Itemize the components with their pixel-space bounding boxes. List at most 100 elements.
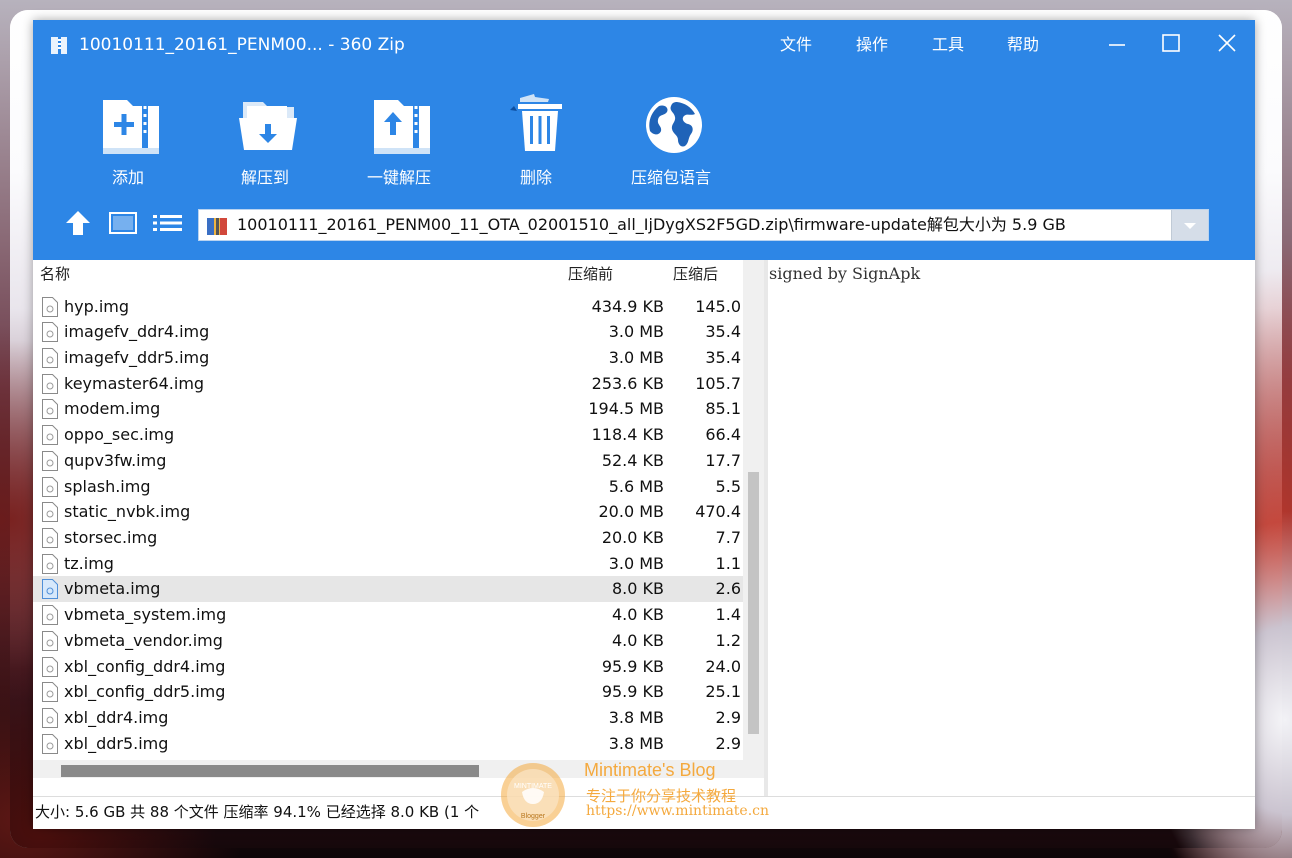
file-name: vbmeta_system.img bbox=[64, 605, 227, 625]
watermark-title: Mintimate's Blog bbox=[584, 760, 716, 780]
file-row[interactable]: qupv3fw.img 52.4 KB 17.7 bbox=[33, 448, 743, 474]
file-size-before: 52.4 KB bbox=[601, 450, 664, 470]
delete-button[interactable]: 删除 bbox=[476, 90, 596, 190]
menu-help[interactable]: 帮助 bbox=[1007, 34, 1039, 56]
file-name: imagefv_ddr5.img bbox=[64, 347, 210, 367]
file-size-after-cell: 2.6 bbox=[673, 576, 741, 602]
file-row[interactable]: vbmeta_vendor.img 4.0 KB 1.2 bbox=[33, 628, 743, 654]
file-row[interactable]: vbmeta_system.img 4.0 KB 1.4 bbox=[33, 602, 743, 628]
file-size-before: 3.0 MB bbox=[608, 553, 664, 573]
up-arrow-icon[interactable] bbox=[63, 208, 93, 238]
add-icon bbox=[103, 100, 159, 154]
file-name: oppo_sec.img bbox=[64, 425, 175, 445]
file-name: storsec.img bbox=[64, 527, 158, 547]
menu-operate[interactable]: 操作 bbox=[856, 34, 888, 56]
file-size-before: 434.9 KB bbox=[591, 296, 664, 316]
thumbnail-view-icon[interactable] bbox=[107, 208, 139, 238]
file-size-after: 35.4 bbox=[705, 322, 741, 342]
file-name: tz.img bbox=[64, 553, 114, 573]
file-size-after: 1.1 bbox=[715, 553, 741, 573]
file-row[interactable]: modem.img 194.5 MB 85.1 bbox=[33, 396, 743, 422]
file-row[interactable]: xbl_ddr4.img 3.8 MB 2.9 bbox=[33, 705, 743, 731]
menu-tools[interactable]: 工具 bbox=[932, 34, 964, 56]
archive-language-button[interactable]: 压缩包语言 bbox=[611, 90, 731, 190]
file-size-after-cell: 2.9 bbox=[673, 705, 741, 731]
file-row[interactable]: tz.img 3.0 MB 1.1 bbox=[33, 551, 743, 577]
file-icon bbox=[42, 630, 58, 651]
file-size-after-cell: 1.4 bbox=[673, 602, 741, 628]
minimize-icon[interactable] bbox=[1097, 28, 1137, 58]
file-row[interactable]: static_nvbk.img 20.0 MB 470.4 bbox=[33, 499, 743, 525]
file-size-before: 194.5 MB bbox=[588, 399, 664, 419]
file-size-after: 66.4 bbox=[705, 425, 741, 445]
file-size-after-cell: 105.7 bbox=[673, 371, 741, 397]
file-size-before: 118.4 KB bbox=[591, 425, 664, 445]
file-size-before: 253.6 KB bbox=[591, 373, 664, 393]
file-icon bbox=[42, 296, 58, 317]
file-row[interactable]: imagefv_ddr5.img 3.0 MB 35.4 bbox=[33, 345, 743, 371]
file-row[interactable]: storsec.img 20.0 KB 7.7 bbox=[33, 525, 743, 551]
add-button[interactable]: 添加 bbox=[68, 90, 188, 190]
file-icon bbox=[42, 682, 58, 703]
file-icon bbox=[42, 373, 58, 394]
header-bar: 10010111_20161_PENM00... - 360 Zip 文件 操作… bbox=[33, 20, 1255, 260]
path-dropdown-button[interactable] bbox=[1171, 210, 1208, 240]
file-icon bbox=[42, 476, 58, 497]
file-name: static_nvbk.img bbox=[64, 502, 191, 522]
file-size-before: 3.8 MB bbox=[608, 708, 664, 728]
file-size-after: 85.1 bbox=[705, 399, 741, 419]
file-icon bbox=[42, 502, 58, 523]
file-name: xbl_config_ddr4.img bbox=[64, 656, 226, 676]
file-row[interactable]: splash.img 5.6 MB 5.5 bbox=[33, 474, 743, 500]
one-click-extract-button[interactable]: 一键解压 bbox=[339, 90, 459, 190]
watermark-logo: MINTIMATE Blogger bbox=[501, 763, 565, 827]
svg-text:Blogger: Blogger bbox=[521, 813, 546, 820]
file-size-after: 105.7 bbox=[695, 373, 741, 393]
horizontal-scroll-thumb[interactable] bbox=[61, 765, 479, 777]
menu-file[interactable]: 文件 bbox=[780, 34, 812, 56]
path-bar[interactable]: 10010111_20161_PENM00_11_OTA_02001510_al… bbox=[198, 209, 1209, 241]
file-icon bbox=[42, 656, 58, 677]
delete-label: 删除 bbox=[519, 168, 552, 187]
app-window: 10010111_20161_PENM00... - 360 Zip 文件 操作… bbox=[33, 20, 1255, 829]
list-view-icon[interactable] bbox=[151, 208, 185, 238]
file-row[interactable]: vbmeta.img 8.0 KB 2.6 bbox=[33, 576, 743, 603]
extract-to-button[interactable]: 解压到 bbox=[205, 90, 325, 190]
status-text: 大小: 5.6 GB 共 88 个文件 压缩率 94.1% 已经选择 8.0 K… bbox=[35, 803, 480, 821]
file-size-before: 4.0 KB bbox=[612, 630, 664, 650]
vertical-scrollbar[interactable] bbox=[743, 260, 764, 778]
file-name: vbmeta.img bbox=[64, 579, 161, 599]
column-header-before[interactable]: 压缩前 bbox=[568, 264, 613, 284]
path-text: 10010111_20161_PENM00_11_OTA_02001510_al… bbox=[237, 215, 1066, 234]
file-name: qupv3fw.img bbox=[64, 450, 167, 470]
file-row[interactable]: xbl_config_ddr5.img 95.9 KB 25.1 bbox=[33, 679, 743, 705]
file-size-after: 470.4 bbox=[695, 502, 741, 522]
file-icon bbox=[42, 450, 58, 471]
file-size-after-cell: 85.1 bbox=[673, 396, 741, 422]
maximize-icon[interactable] bbox=[1151, 28, 1191, 58]
file-row[interactable]: xbl_ddr5.img 3.8 MB 2.9 bbox=[33, 731, 743, 757]
file-list[interactable]: 名称 压缩前 压缩后 hyp.img 434.9 KB 145.0 imagefv_d… bbox=[33, 260, 764, 796]
file-row[interactable]: xbl_config_ddr4.img 95.9 KB 24.0 bbox=[33, 654, 743, 680]
file-size-after: 25.1 bbox=[705, 682, 741, 702]
file-row[interactable]: imagefv_ddr4.img 3.0 MB 35.4 bbox=[33, 319, 743, 345]
file-size-after-cell: 25.1 bbox=[673, 679, 741, 705]
file-size-after: 1.4 bbox=[715, 605, 741, 625]
file-size-after-cell: 66.4 bbox=[673, 422, 741, 448]
file-size-after-cell: 1.1 bbox=[673, 551, 741, 577]
file-icon bbox=[42, 733, 58, 754]
vertical-scroll-thumb[interactable] bbox=[748, 472, 759, 734]
file-size-after: 145.0 bbox=[695, 296, 741, 316]
file-size-before: 3.8 MB bbox=[608, 733, 664, 753]
file-name: keymaster64.img bbox=[64, 373, 205, 393]
file-icon bbox=[42, 708, 58, 729]
file-row[interactable]: hyp.img 434.9 KB 145.0 bbox=[33, 294, 743, 320]
file-name: vbmeta_vendor.img bbox=[64, 630, 223, 650]
column-header-after[interactable]: 压缩后 bbox=[673, 264, 718, 284]
file-row[interactable]: oppo_sec.img 118.4 KB 66.4 bbox=[33, 422, 743, 448]
close-icon[interactable] bbox=[1207, 28, 1247, 58]
file-name: xbl_ddr5.img bbox=[64, 733, 169, 753]
file-size-before: 3.0 MB bbox=[608, 347, 664, 367]
column-header-name[interactable]: 名称 bbox=[40, 264, 70, 284]
file-row[interactable]: keymaster64.img 253.6 KB 105.7 bbox=[33, 371, 743, 397]
